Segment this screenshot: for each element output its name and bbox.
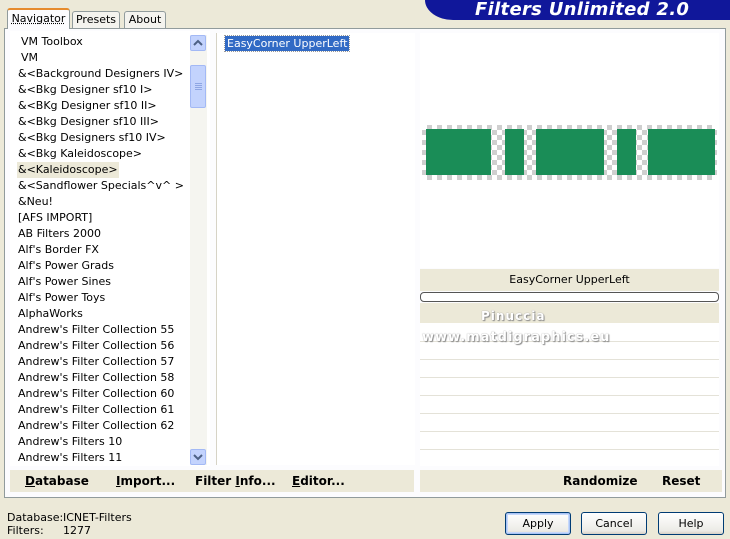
slider-row-divider (420, 377, 719, 378)
grip-line (195, 89, 202, 90)
category-item[interactable]: Alf's Border FX (17, 242, 100, 258)
category-item[interactable]: Andrew's Filter Collection 60 (17, 386, 175, 402)
watermark-url: www.matdigraphics.eu (422, 330, 611, 345)
cancel-button[interactable]: Cancel (581, 512, 647, 535)
tab-navigator-label: Navigator (11, 12, 66, 25)
grip-line (195, 87, 202, 88)
filter-info-button[interactable]: Filter Info... (195, 470, 276, 492)
category-item[interactable]: AlphaWorks (17, 306, 84, 322)
category-scrollbar[interactable] (190, 35, 207, 465)
preview-green-bar (617, 129, 636, 175)
tab-about-label: About (128, 13, 162, 26)
filter-name-label: EasyCorner UpperLeft (420, 269, 719, 291)
scroll-down-button[interactable] (190, 449, 206, 465)
apply-button[interactable]: Apply (505, 512, 571, 535)
help-button[interactable]: Help (658, 512, 724, 535)
import-button[interactable]: Import... (116, 470, 175, 492)
tab-about[interactable]: About (124, 11, 166, 28)
filter-item-selected[interactable]: EasyCorner UpperLeft (223, 35, 351, 52)
scroll-thumb[interactable] (190, 65, 206, 108)
filters-count-value: 1277 (63, 524, 91, 537)
app-title-banner: Filters Unlimited 2.0 (425, 0, 730, 20)
category-item[interactable]: VM (20, 50, 39, 66)
category-item[interactable]: Andrew's Filter Collection 57 (17, 354, 175, 370)
category-item[interactable]: &<Bkg Designers sf10 IV> (17, 130, 167, 146)
filter-info-label: nfo... (239, 474, 276, 488)
scroll-up-button[interactable] (190, 35, 206, 51)
category-item[interactable]: Andrew's Filters 11 (17, 450, 123, 466)
editor-button[interactable]: Editor... (292, 470, 345, 492)
database-status-value: ICNET-Filters (63, 511, 132, 524)
category-item[interactable]: &<Bkg Designer sf10 I> (17, 82, 154, 98)
randomize-button[interactable]: Randomize (563, 470, 637, 492)
category-item[interactable]: Andrew's Filter Collection 61 (17, 402, 175, 418)
category-item[interactable]: Alf's Power Grads (17, 258, 115, 274)
progress-bar (420, 292, 719, 302)
chevron-up-icon (193, 39, 203, 46)
chevron-down-icon (193, 454, 203, 461)
reset-button[interactable]: Reset (662, 470, 700, 492)
category-item[interactable]: &<Sandflower Specials^v^ > (17, 178, 185, 194)
tab-presets-label: Presets (75, 13, 117, 26)
database-mnemonic: D (25, 474, 35, 488)
slider-row-divider (420, 413, 719, 414)
database-status-label: Database: (7, 511, 64, 524)
import-label: mport... (120, 474, 176, 488)
filter-list[interactable]: EasyCorner UpperLeft (216, 33, 415, 465)
watermark-strip (420, 303, 719, 323)
slider-row-divider (420, 431, 719, 432)
category-item[interactable]: &<Background Designers IV> (17, 66, 184, 82)
category-item[interactable]: Andrew's Filters 10 (17, 434, 123, 450)
category-item[interactable]: Andrew's Filter Collection 56 (17, 338, 175, 354)
category-item[interactable]: Andrew's Filter Collection 62 (17, 418, 175, 434)
category-item[interactable]: Andrew's Filter Collection 55 (17, 322, 175, 338)
tab-navigator[interactable]: Navigator (7, 8, 70, 29)
category-list[interactable]: VM Toolbox VM &<Background Designers IV>… (10, 31, 210, 466)
category-item[interactable]: Andrew's Filter Collection 58 (17, 370, 175, 386)
slider-row-divider (420, 395, 719, 396)
preview-area (420, 33, 719, 268)
category-item-selected[interactable]: &<Kaleidoscope> (17, 162, 119, 178)
category-item[interactable]: Alf's Power Sines (17, 274, 112, 290)
preview-green-bar (536, 129, 604, 175)
filters-count-label: Filters: (7, 524, 44, 537)
filter-info-prefix: Filter (195, 474, 236, 488)
grip-line (195, 85, 202, 86)
editor-label: ditor... (300, 474, 345, 488)
preview-green-bar (648, 129, 715, 175)
preview-image (422, 125, 717, 180)
category-item[interactable]: AB Filters 2000 (17, 226, 102, 242)
slider-row-divider (420, 359, 719, 360)
right-button-bar: Randomize Reset (420, 470, 722, 492)
preview-green-bar (426, 129, 491, 175)
left-button-bar: Database Import... Filter Info... Editor… (10, 470, 414, 492)
grip-line (195, 83, 202, 84)
watermark-name: Pinuccia (481, 309, 546, 323)
database-button[interactable]: Database (25, 470, 89, 492)
category-item[interactable]: VM Toolbox (20, 34, 84, 50)
category-item[interactable]: Alf's Power Toys (17, 290, 106, 306)
category-item[interactable]: &Neu! (17, 194, 54, 210)
editor-mnemonic: E (292, 474, 301, 488)
category-item[interactable]: &<Bkg Kaleidoscope> (17, 146, 143, 162)
category-item[interactable]: [AFS IMPORT] (17, 210, 93, 226)
database-label: atabase (34, 474, 89, 488)
category-item[interactable]: &<BKg Designer sf10 II> (17, 98, 158, 114)
slider-row-divider (420, 449, 719, 450)
tab-presets[interactable]: Presets (72, 11, 120, 28)
category-item[interactable]: &<Bkg Designer sf10 III> (17, 114, 160, 130)
preview-green-bar (505, 129, 524, 175)
